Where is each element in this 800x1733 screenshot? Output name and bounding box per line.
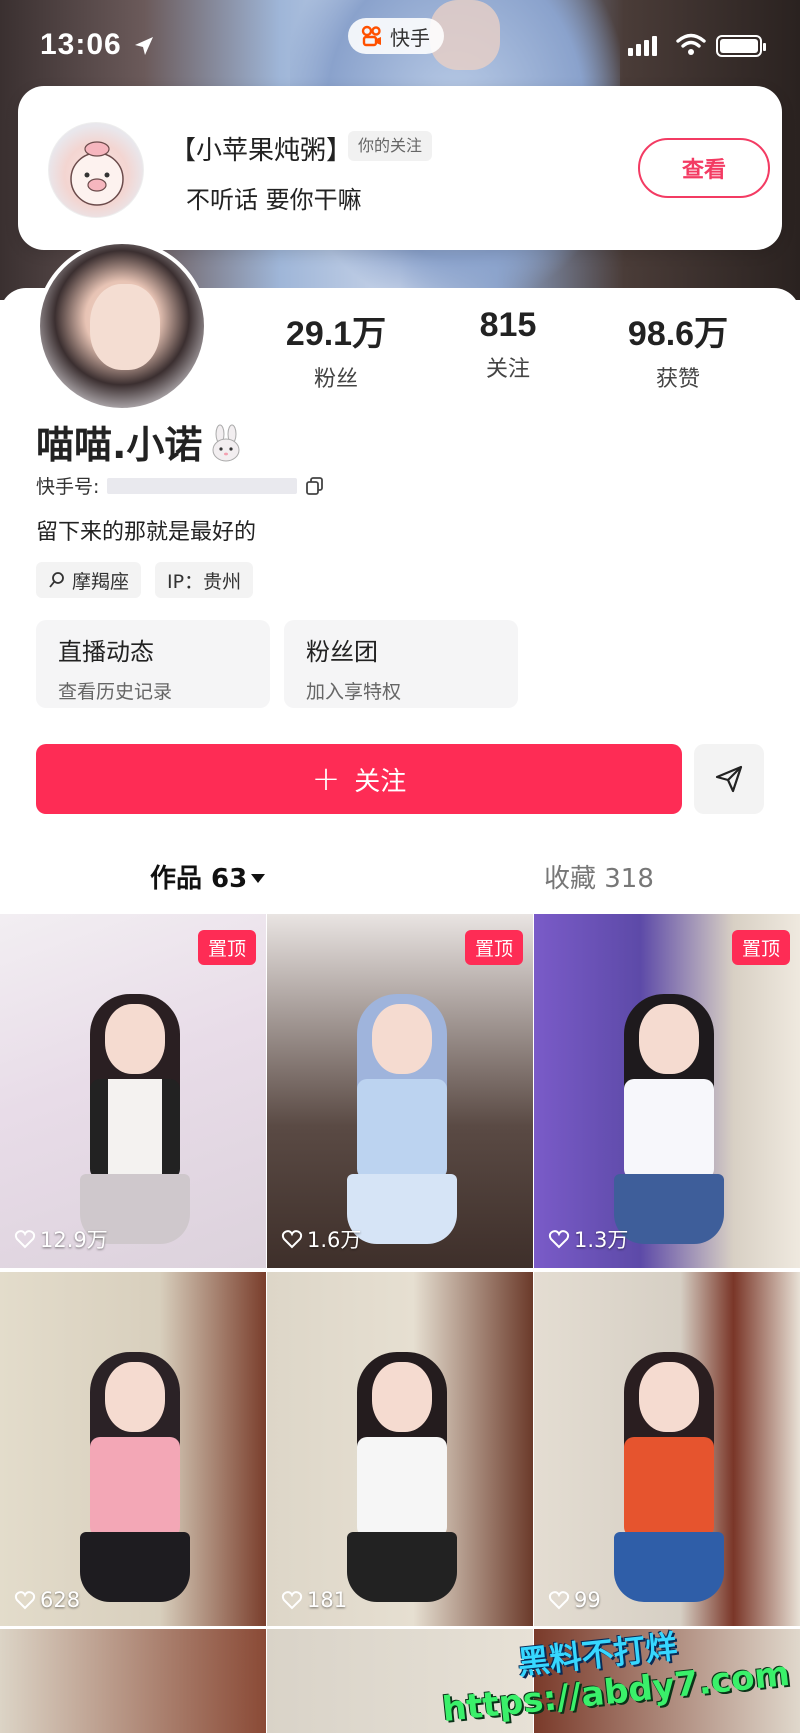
like-count-text: 628 [40,1588,81,1612]
like-count: 1.6万 [281,1224,361,1254]
stat-label: 粉丝 [313,367,358,392]
video-thumbnail[interactable]: 置顶 12.9万 [0,914,266,1268]
stat-value: 815 [479,306,537,344]
profile-avatar[interactable] [36,240,208,412]
battery-icon [716,35,766,57]
like-count: 1.3万 [548,1224,628,1254]
heart-icon [548,1230,570,1249]
card-subtitle: 查看历史记录 [58,681,173,703]
video-figure [614,1322,724,1622]
kuaishou-id-row: 快手号: [36,472,325,499]
app-name: 快手 [390,25,430,50]
heart-icon [14,1591,36,1610]
like-count-text: 1.6万 [307,1228,362,1252]
tab-works[interactable]: 作品 63 [150,858,266,895]
stat-fans[interactable]: 29.1万 粉丝 [256,306,416,393]
notification-name: 【小苹果炖粥】 [170,136,353,166]
notification-avatar [48,122,144,218]
wifi-icon [676,33,706,55]
view-button[interactable]: 查看 [638,138,770,198]
heart-icon [281,1591,303,1610]
kuaishou-id-masked [107,477,298,494]
location-arrow-icon [135,37,153,55]
card-subtitle: 加入享特权 [306,681,402,703]
video-figure [614,964,724,1264]
heart-icon [14,1230,36,1249]
pinned-badge: 置顶 [197,930,256,965]
video-thumbnail[interactable]: 置顶 1.3万 [534,914,800,1268]
video-thumbnail[interactable]: 628 [0,1272,266,1626]
plus-icon: + [311,759,341,799]
like-count: 12.9万 [14,1224,108,1254]
status-time: 13:06 [40,28,122,61]
follow-label: 关注 [354,766,407,797]
status-bar: 13:06 快手 [0,0,800,80]
profile-feature-cards: 直播动态 查看历史记录 粉丝团 加入享特权 [36,620,518,708]
follow-button[interactable]: + 关注 [36,744,682,814]
kuaishou-id-label: 快手号: [36,476,100,498]
following-tag: 你的关注 [348,131,433,161]
profile-tabs: 作品 63 收藏 318 [0,858,800,898]
follow-notification-card[interactable]: 【小苹果炖粥】 你的关注 不听话 要你干嘛 查看 [18,86,782,250]
stat-likes[interactable]: 98.6万 获赞 [598,306,758,393]
tab-favorites[interactable]: 收藏 318 [544,858,654,895]
rabbit-emoji-icon [212,424,240,462]
username-text: 喵喵.小诺 [36,423,203,467]
like-count-text: 1.3万 [574,1228,629,1252]
live-history-card[interactable]: 直播动态 查看历史记录 [36,620,270,708]
profile-tags: 摩羯座 IP：贵州 [36,562,254,598]
stat-label: 关注 [485,357,530,382]
caret-down-icon [251,874,266,883]
username: 喵喵.小诺 [36,414,246,469]
zodiac-label: 摩羯座 [72,570,130,593]
stat-value: 98.6万 [627,315,729,353]
app-badge[interactable]: 快手 [348,18,444,54]
search-icon [49,572,64,588]
pig-avatar-icon [70,141,124,206]
like-count-text: 99 [574,1588,601,1612]
pinned-badge: 置顶 [464,930,523,965]
stat-following[interactable]: 815 关注 [428,306,588,383]
ip-chip: IP：贵州 [155,562,254,598]
heart-icon [548,1591,570,1610]
video-figure [80,964,190,1264]
share-button[interactable] [694,744,764,814]
like-count: 99 [548,1588,601,1612]
zodiac-chip[interactable]: 摩羯座 [36,562,142,598]
stat-value: 29.1万 [285,315,387,353]
ip-label: IP：贵州 [167,570,242,593]
video-figure [347,1322,457,1622]
cellular-signal-icon [628,36,657,56]
video-figure [80,1322,190,1622]
like-count-text: 181 [307,1588,348,1612]
kuaishou-logo-icon [361,25,381,47]
card-title: 直播动态 [58,638,154,666]
video-thumbnail[interactable]: 181 [267,1272,533,1626]
tab-works-label: 作品 63 [150,864,248,894]
video-thumbnail[interactable]: 99 [534,1272,800,1626]
pinned-badge: 置顶 [731,930,790,965]
fan-club-card[interactable]: 粉丝团 加入享特权 [284,620,518,708]
notification-message: 不听话 要你干嘛 [186,186,362,214]
like-count-text: 12.9万 [40,1228,108,1252]
profile-bio: 留下来的那就是最好的 [36,520,257,545]
paper-plane-icon [715,765,743,793]
like-count: 181 [281,1588,347,1612]
copy-icon[interactable] [305,476,325,496]
video-figure [347,964,457,1264]
card-title: 粉丝团 [306,638,378,666]
like-count: 628 [14,1588,80,1612]
video-thumbnail[interactable]: 置顶 1.6万 [267,914,533,1268]
stat-label: 获赞 [655,367,700,392]
heart-icon [281,1230,303,1249]
video-thumbnail[interactable] [0,1629,266,1733]
